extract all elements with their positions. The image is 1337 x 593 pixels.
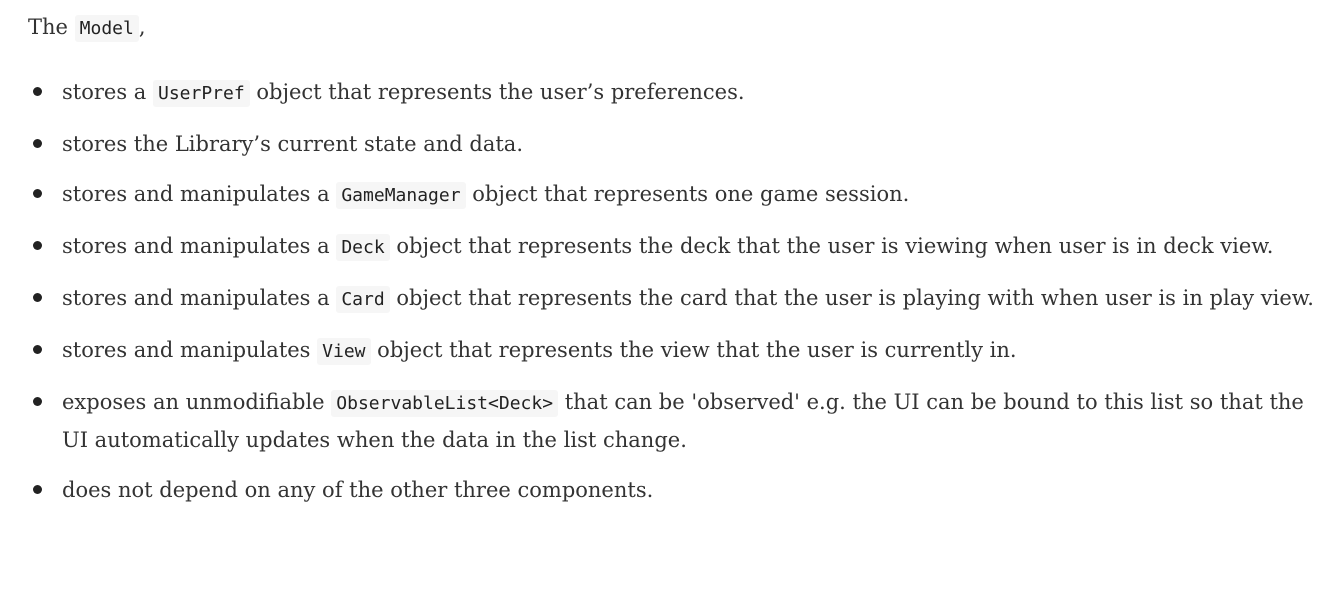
item-text-after: object that represents the user’s prefer… (249, 80, 745, 104)
intro-text-after: , (138, 15, 146, 39)
item-text: does not depend on any of the other thre… (62, 478, 654, 502)
intro-text-before: The (28, 15, 75, 39)
inline-code-deck: Deck (336, 234, 390, 261)
item-text-after: object that represents the card that the… (389, 286, 1314, 310)
inline-code-observablelist: ObservableList<Deck> (331, 390, 559, 417)
item-text-before: stores and manipulates a (62, 182, 337, 206)
item-text-before: stores and manipulates a (62, 234, 337, 258)
inline-code-gamemanager: GameManager (336, 182, 466, 209)
item-text-before: stores and manipulates a (62, 286, 337, 310)
item-text-before: exposes an unmodifiable (62, 390, 332, 414)
list-item: stores and manipulates View object that … (28, 332, 1318, 370)
inline-code-card: Card (336, 286, 390, 313)
list-item: stores and manipulates a Deck object tha… (28, 228, 1318, 266)
list-item: does not depend on any of the other thre… (28, 472, 1318, 508)
item-text-before: stores and manipulates (62, 338, 318, 362)
bullet-list: stores a UserPref object that represents… (28, 74, 1318, 522)
item-text-before: stores a (62, 80, 153, 104)
list-item: stores and manipulates a GameManager obj… (28, 176, 1318, 214)
item-text: stores the Library’s current state and d… (62, 132, 524, 156)
list-item: exposes an unmodifiable ObservableList<D… (28, 384, 1318, 458)
list-item: stores the Library’s current state and d… (28, 126, 1318, 162)
inline-code-model: Model (74, 15, 139, 42)
inline-code-userpref: UserPref (152, 80, 250, 107)
item-text-after: object that represents the deck that the… (389, 234, 1274, 258)
item-text-after: object that represents the view that the… (370, 338, 1017, 362)
document: The Model, stores a UserPref object that… (28, 0, 1328, 502)
item-text-after: object that represents one game session. (465, 182, 910, 206)
inline-code-view: View (317, 338, 371, 365)
intro-paragraph: The Model, (28, 0, 1328, 42)
list-item: stores and manipulates a Card object tha… (28, 280, 1318, 318)
list-item: stores a UserPref object that represents… (28, 74, 1318, 112)
